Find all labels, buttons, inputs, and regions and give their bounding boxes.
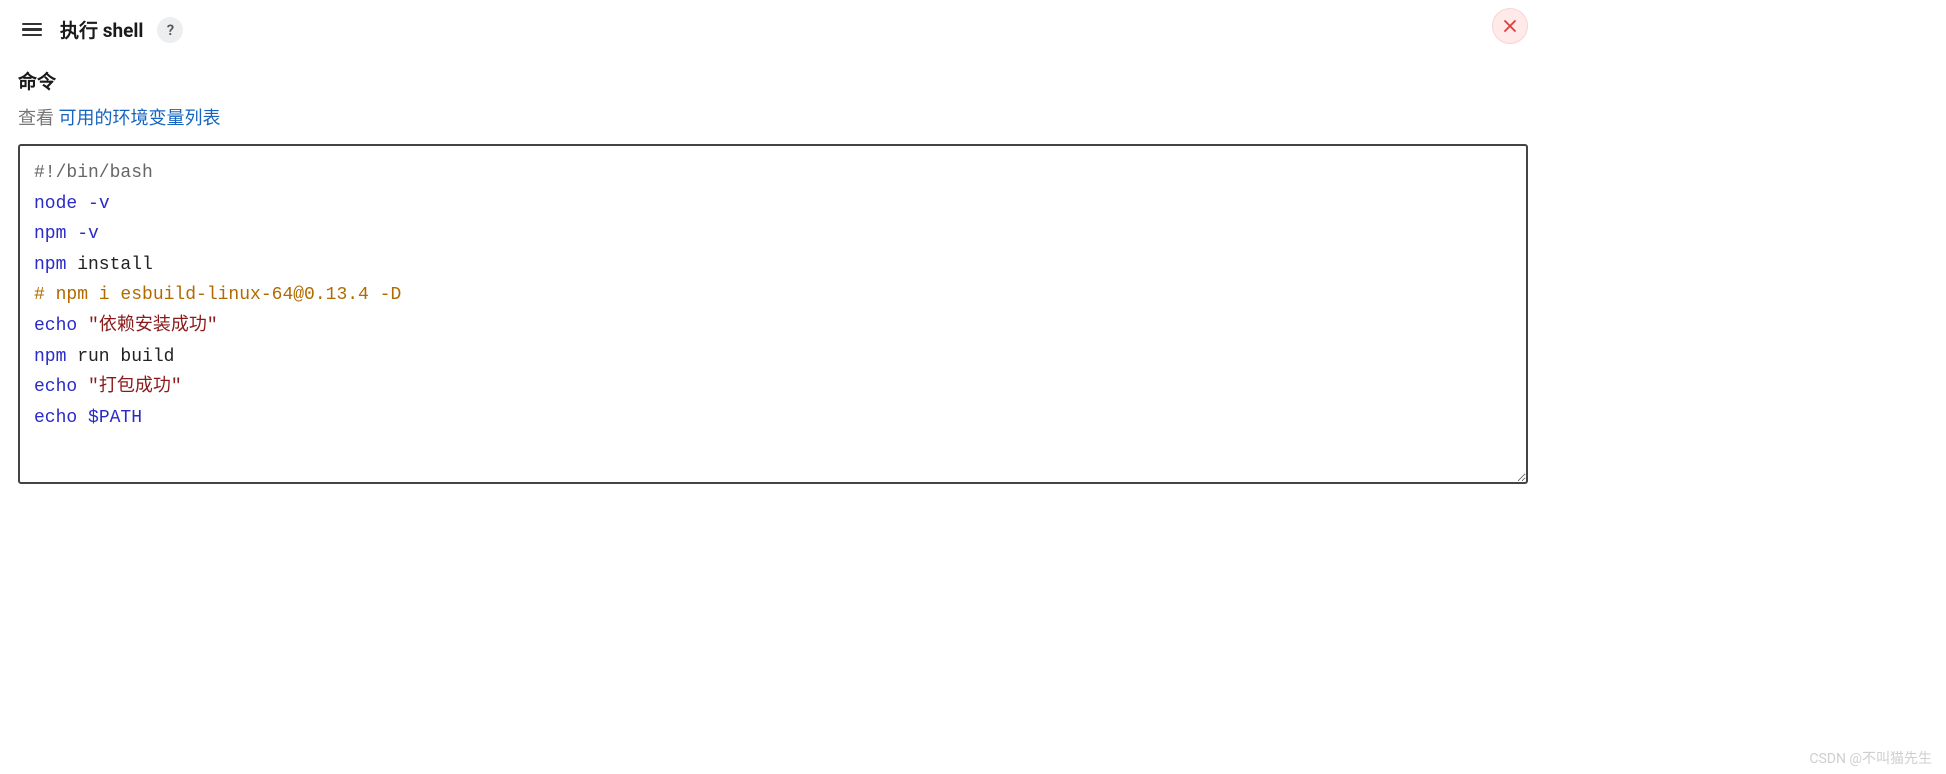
env-vars-link[interactable]: 可用的环境变量列表: [58, 108, 220, 129]
help-icon[interactable]: ?: [157, 17, 183, 43]
close-icon: [1502, 18, 1518, 34]
hint-text: 查看 可用的环境变量列表: [18, 104, 1528, 130]
drag-handle-icon[interactable]: [18, 19, 46, 41]
close-button[interactable]: [1492, 8, 1528, 44]
command-label: 命令: [18, 67, 1528, 94]
shell-command-textarea[interactable]: #!/bin/bash node -v npm -v npm install #…: [18, 144, 1528, 484]
step-header: 执行 shell ?: [18, 10, 1528, 43]
step-title: 执行 shell: [60, 16, 143, 43]
hint-prefix: 查看: [18, 108, 58, 129]
watermark: CSDN @不叫猫先生: [1809, 748, 1932, 768]
